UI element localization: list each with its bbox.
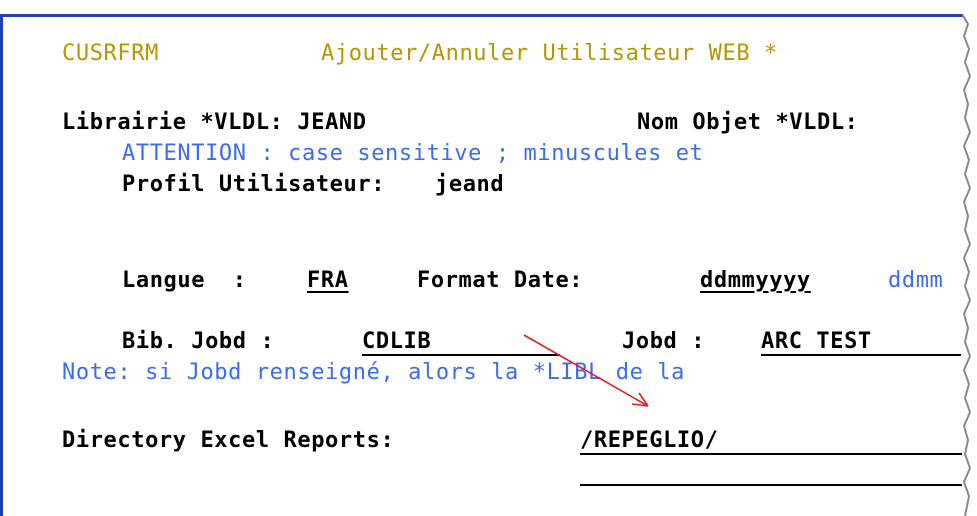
library-label: Librairie *VLDL: [62,110,298,135]
profile-label: Profil Utilisateur: [122,172,386,197]
language-field[interactable]: FRA [307,269,349,293]
date-format-field[interactable]: ddmmyyyy [700,269,811,293]
annotation-arrow [523,334,649,407]
profile-value: jeand [435,172,505,197]
date-format-label: Format Date: [417,268,597,293]
jobd-underline [761,354,961,356]
attention-note: ATTENTION : case sensitive ; minuscules … [122,141,704,166]
library-row: Librairie *VLDL: JEAND [62,111,367,135]
excel-directory-continuation-field[interactable] [580,484,962,486]
jobd-library-field[interactable]: CDLIB [362,330,431,354]
excel-directory-underline [580,453,962,455]
excel-directory-field[interactable]: /REPEGLIO/ [580,429,718,453]
jobd-field[interactable]: ARC TEST [761,330,872,354]
language-label: Langue : [122,268,261,293]
object-name-label: Nom Objet *VLDL: [637,110,859,135]
torn-edge [962,14,977,516]
program-name: CUSRFRM [62,41,159,66]
date-format-hint: ddmm [888,268,944,293]
jobd-library-label: Bib. Jobd : [122,329,289,354]
excel-directory-label: Directory Excel Reports: [62,428,395,453]
library-value: JEAND [297,110,367,135]
screen-title: Ajouter/Annuler Utilisateur WEB * [321,41,778,66]
